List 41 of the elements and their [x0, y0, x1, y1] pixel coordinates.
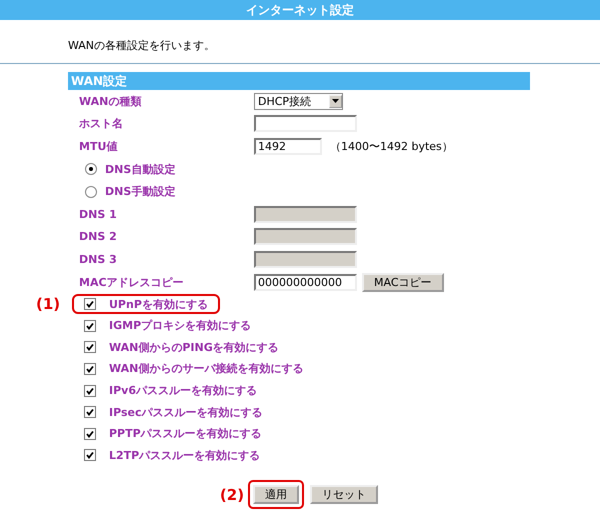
radio-label: DNS手動設定 — [105, 184, 176, 200]
checkbox-label: PPTPパススルーを有効にする — [109, 426, 262, 442]
input-field[interactable] — [254, 115, 357, 132]
description-text: WANの各種設定を行います。 — [68, 38, 216, 53]
checkbox-label: WAN側からのサーバ接続を有効にする — [109, 361, 304, 376]
section-header: WAN設定 — [68, 72, 530, 90]
checkbox-label: UPnPを有効にする — [109, 296, 208, 312]
mac-copy-button[interactable]: MACコピー — [362, 272, 444, 292]
radio-label: DNS自動設定 — [105, 162, 176, 177]
field-label: WANの種類 — [79, 94, 142, 109]
callout-number: (2) — [220, 486, 244, 504]
field-label: DNS 2 — [79, 230, 117, 244]
checkbox-label: L2TPパススルーを有効にする — [109, 448, 260, 463]
checkbox[interactable] — [84, 320, 96, 332]
field-label: DNS 3 — [79, 252, 117, 266]
checkbox-label: IPsecパススルーを有効にする — [109, 404, 262, 420]
checkbox-label: IGMPプロキシを有効にする — [109, 318, 252, 334]
radio-button[interactable] — [85, 186, 97, 198]
reset-button[interactable]: リセット — [310, 485, 378, 504]
apply-button[interactable]: 適用 — [253, 485, 300, 504]
dropdown[interactable]: DHCP接続 — [254, 92, 343, 110]
checkbox[interactable] — [84, 341, 96, 354]
input-field[interactable]: 000000000000 — [254, 274, 357, 291]
checkbox-label: IPv6パススルーを有効にする — [109, 383, 257, 398]
page-title: インターネット設定 — [0, 0, 600, 20]
field-label: DNS 1 — [79, 208, 117, 221]
checkbox[interactable] — [84, 406, 96, 418]
checkbox[interactable] — [84, 449, 96, 462]
input-field[interactable]: 1492 — [254, 138, 322, 155]
field-label: MTU値 — [79, 138, 118, 154]
checkbox-label: WAN側からのPINGを有効にする — [109, 340, 279, 355]
checkbox[interactable] — [84, 384, 96, 397]
caret-icon[interactable] — [329, 94, 342, 108]
radio-button[interactable] — [85, 163, 97, 176]
checkbox[interactable] — [84, 428, 96, 440]
range-note: （1400〜1492 bytes） — [330, 138, 453, 154]
field-label: ホスト名 — [79, 116, 123, 132]
checkbox[interactable] — [84, 362, 96, 375]
callout-number: (1) — [36, 295, 62, 314]
checkbox[interactable] — [84, 298, 96, 310]
field-label: MACアドレスコピー — [79, 274, 184, 290]
